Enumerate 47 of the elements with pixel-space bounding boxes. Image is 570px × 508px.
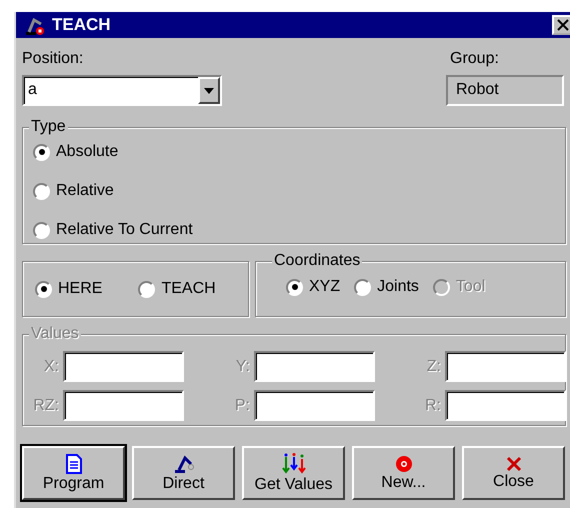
close-icon <box>557 19 569 32</box>
dialog-button[interactable]: Close <box>462 446 565 500</box>
caret-icon <box>204 88 214 94</box>
radio-option[interactable]: Joints <box>354 275 419 299</box>
radio-option[interactable]: Relative To Current <box>33 218 565 242</box>
radio-option[interactable]: TEACH <box>138 277 216 301</box>
position-combo[interactable]: a <box>22 75 222 106</box>
group-value: Robot <box>446 75 564 106</box>
close-button[interactable] <box>552 15 570 35</box>
field-label: RZ: <box>32 396 60 416</box>
value-field[interactable] <box>445 351 566 382</box>
radio-option[interactable]: XYZ <box>286 275 340 299</box>
dropdown-button[interactable] <box>198 77 220 104</box>
field-label: R: <box>424 396 442 416</box>
combo-value: a <box>27 80 38 100</box>
radio-circle[interactable] <box>33 182 50 200</box>
close-icon <box>506 456 522 472</box>
radio-option[interactable]: Relative <box>33 179 565 203</box>
dialog-button[interactable]: Program <box>22 446 125 500</box>
field-label: P: <box>234 396 251 416</box>
radio-option[interactable]: HERE <box>35 277 102 301</box>
value-field[interactable] <box>254 390 375 421</box>
value-field[interactable] <box>254 351 375 382</box>
arrows-icon <box>282 452 306 474</box>
field-label: Y: <box>234 357 251 377</box>
radio-circle[interactable] <box>33 144 50 160</box>
dialog-button[interactable]: New... <box>352 446 455 500</box>
window-title: TEACH <box>52 14 111 36</box>
record-icon <box>394 454 412 472</box>
field-label: Group: <box>449 49 500 69</box>
field-label: X: <box>42 357 60 377</box>
robot-arm-icon <box>172 454 194 474</box>
radio-circle[interactable] <box>286 278 303 296</box>
radio-circle[interactable] <box>354 278 372 296</box>
value-field[interactable] <box>63 390 184 421</box>
radio-circle[interactable] <box>138 280 156 298</box>
value-field[interactable] <box>63 351 184 382</box>
radio-circle[interactable] <box>33 222 50 238</box>
field-label: Position: <box>22 49 84 69</box>
radio-circle[interactable] <box>35 280 52 298</box>
field-label: Z: <box>426 357 442 377</box>
dialog-button[interactable]: Get Values <box>242 446 345 500</box>
value-field[interactable] <box>445 390 566 421</box>
document-icon <box>66 454 82 474</box>
radio-option[interactable]: Absolute <box>33 140 565 164</box>
groupbox-title: Type <box>29 117 68 137</box>
dialog-button[interactable]: Direct <box>132 446 235 500</box>
